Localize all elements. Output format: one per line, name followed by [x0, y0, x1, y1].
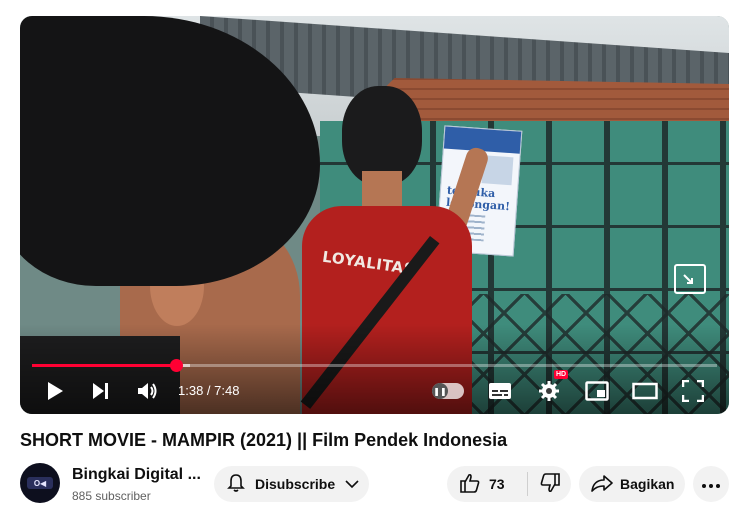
- video-title: SHORT MOVIE - MAMPIR (2021) || Film Pend…: [20, 430, 508, 450]
- picture-in-picture-icon[interactable]: [674, 264, 706, 294]
- next-icon[interactable]: [86, 376, 116, 406]
- subscribed-label: Disubscribe: [255, 476, 336, 492]
- thumbs-down-icon: [539, 472, 561, 496]
- volume-icon[interactable]: [132, 376, 164, 406]
- dislike-button[interactable]: [528, 466, 571, 502]
- hd-badge: HD: [554, 370, 569, 379]
- like-count: 73: [489, 476, 505, 492]
- play-icon[interactable]: [40, 376, 70, 406]
- share-button[interactable]: Bagikan: [579, 466, 685, 502]
- pause-icon: ❚❚: [432, 383, 448, 399]
- bell-icon: [226, 473, 246, 496]
- thumbs-up-icon: [459, 473, 481, 496]
- subtitles-icon[interactable]: [486, 376, 514, 406]
- subscribed-button[interactable]: Disubscribe: [214, 466, 369, 502]
- progress-scrubber[interactable]: [169, 359, 183, 372]
- share-icon: [591, 474, 613, 495]
- channel-avatar[interactable]: O◀: [20, 463, 60, 503]
- subscriber-count: 885 subscriber: [72, 489, 151, 503]
- more-horizontal-icon: [702, 475, 720, 493]
- miniplayer-icon[interactable]: [582, 376, 612, 406]
- progress-played: [32, 364, 176, 367]
- channel-logo-icon: O◀: [27, 477, 53, 489]
- progress-bar[interactable]: [32, 359, 717, 372]
- channel-name[interactable]: Bingkai Digital ...: [72, 466, 201, 484]
- fullscreen-icon[interactable]: [678, 376, 708, 406]
- video-player[interactable]: terbuka lowongan! LOYALITAS: [20, 16, 729, 414]
- autoplay-toggle[interactable]: ❚❚: [432, 383, 464, 399]
- gear-icon[interactable]: [534, 376, 564, 406]
- time-display: 1:38 / 7:48: [178, 383, 240, 398]
- more-actions-button[interactable]: [693, 466, 729, 502]
- theater-icon[interactable]: [629, 376, 661, 406]
- chevron-down-icon: [345, 476, 359, 492]
- player-controls: 1:38 / 7:48 ❚❚ HD: [20, 370, 729, 406]
- like-button[interactable]: 73: [447, 466, 527, 502]
- like-dislike-group: 73: [447, 466, 571, 502]
- share-label: Bagikan: [620, 476, 675, 492]
